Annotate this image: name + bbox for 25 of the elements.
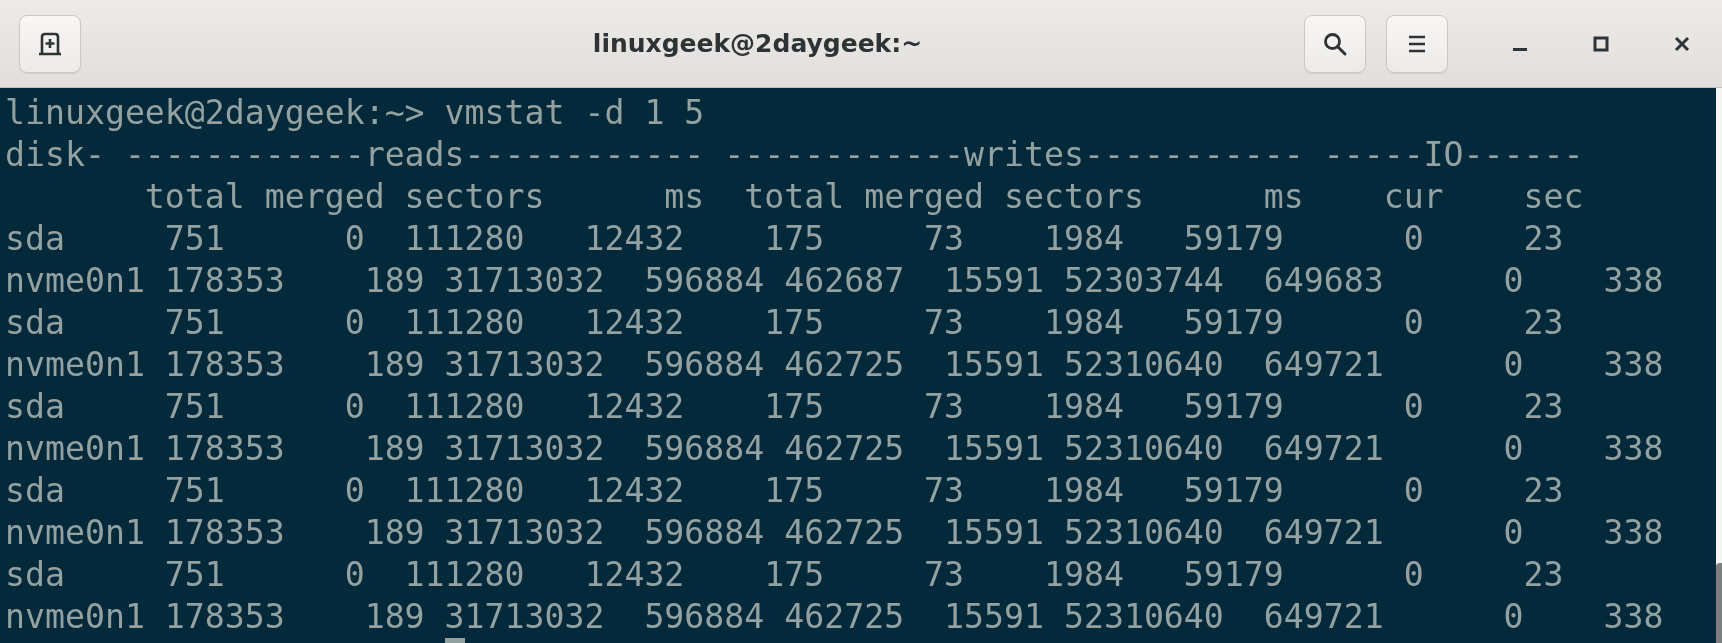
window-title: linuxgeek@2daygeek:~ (591, 29, 924, 58)
terminal-line: sda 751 0 111280 12432 175 73 1984 59179 0 23 (5, 218, 1564, 260)
scrollbar[interactable] (1716, 88, 1722, 643)
terminal-line: sda 751 0 111280 12432 175 73 1984 59179 0 23 (5, 302, 1564, 344)
terminal-line: nvme0n1 178353 189 31713032 596884 462725 15591 52310640 649721 0 338 (5, 428, 1664, 470)
close-icon (1673, 34, 1691, 53)
new-tab-button[interactable] (19, 14, 81, 73)
scrollbar-thumb[interactable] (1716, 563, 1722, 643)
search-icon (1322, 30, 1348, 57)
menu-button[interactable] (1386, 14, 1448, 73)
terminal-line: disk- ------------reads------------ ------------writes----------- -----IO------ (5, 134, 1584, 176)
new-tab-icon (37, 30, 63, 57)
terminal-line: sda 751 0 111280 12432 175 73 1984 59179 0 23 (5, 386, 1564, 428)
terminal-line: nvme0n1 178353 189 31713032 596884 462725 15591 52310640 649721 0 338 (5, 512, 1664, 554)
search-button[interactable] (1304, 14, 1366, 73)
terminal-line: linuxgeek@2daygeek:~> vmstat -d 1 5 (5, 92, 705, 134)
terminal-line: sda 751 0 111280 12432 175 73 1984 59179 0 23 (5, 470, 1564, 512)
maximize-icon (1592, 34, 1610, 53)
text-cursor (444, 638, 465, 643)
terminal-line: total merged sectors ms total merged sectors ms cur sec (143, 176, 1584, 218)
terminal-line: nvme0n1 178353 189 31713032 596884 462725 15591 52310640 649721 0 338 (5, 596, 1664, 638)
terminal-line: nvme0n1 178353 189 31713032 596884 462687 15591 52303744 649683 0 338 (5, 260, 1664, 302)
minimize-icon (1513, 48, 1527, 51)
terminal-line: nvme0n1 178353 189 31713032 596884 462725 15591 52310640 649721 0 338 (5, 344, 1664, 386)
terminal-line: sda 751 0 111280 12432 175 73 1984 59179 0 23 (5, 554, 1564, 596)
